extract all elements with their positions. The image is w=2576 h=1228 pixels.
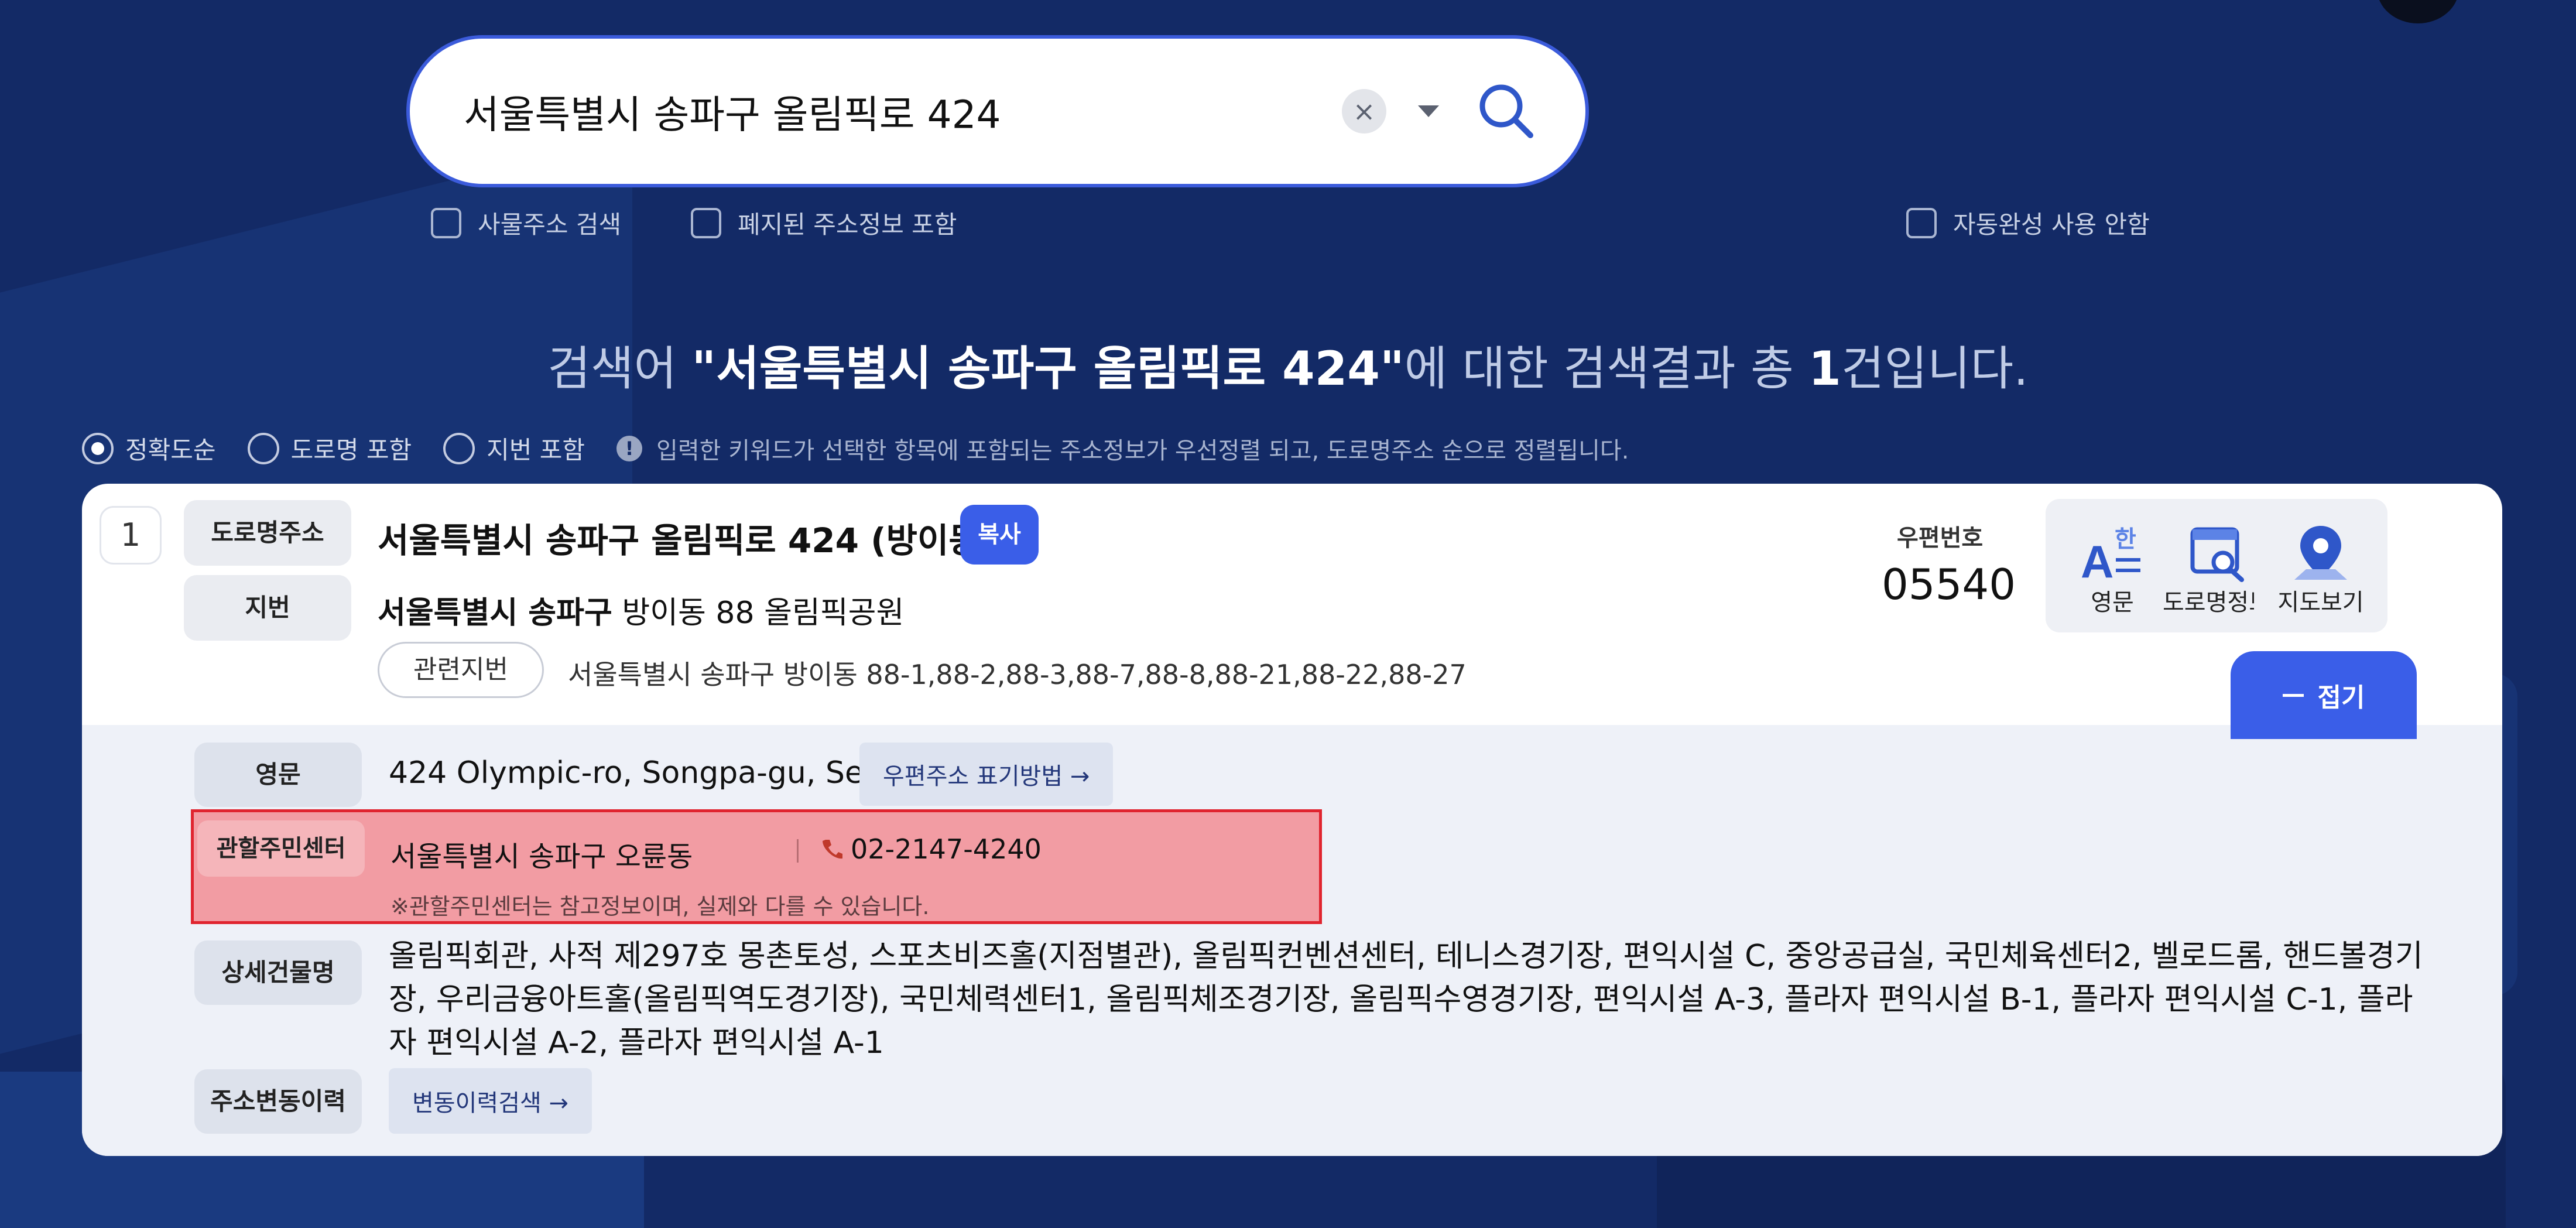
community-center-note: ※관할주민센터는 참고정보이며, 실제와 다를 수 있습니다. bbox=[390, 894, 930, 919]
result-summary: 검색어 "서울특별시 송파구 올림픽로 424"에 대한 검색결과 총 1건입니… bbox=[0, 331, 2576, 399]
community-center-phone-number: 02-2147-4240 bbox=[851, 833, 1042, 865]
sort-options: 정확도순 도로명 포함 지번 포함 ! 입력한 키워드가 선택한 항목에 포함되… bbox=[82, 430, 1629, 466]
disable-autocomplete-label: 자동완성 사용 안함 bbox=[1953, 210, 2150, 239]
search-icon bbox=[1479, 84, 1533, 138]
svg-text:A: A bbox=[2081, 536, 2113, 586]
community-center-tag: 관할주민센터 bbox=[197, 820, 365, 877]
result-index: 1 bbox=[100, 506, 162, 565]
english-address: 424 Olympic-ro, Songpa-gu, Seoul bbox=[389, 755, 910, 791]
history-search-link[interactable]: 변동이력검색 → bbox=[389, 1068, 592, 1134]
phone-icon bbox=[823, 840, 842, 859]
copy-button[interactable]: 복사 bbox=[960, 505, 1039, 565]
minus-icon bbox=[2282, 693, 2304, 697]
result-middle: 에 대한 검색결과 총 bbox=[1404, 341, 1809, 396]
sort-accuracy[interactable]: 정확도순 bbox=[82, 430, 216, 466]
jibun-address: 서울특별시 송파구 방이동 88 올림픽공원 bbox=[378, 588, 904, 632]
jibun-address-bold: 서울특별시 송파구 bbox=[378, 596, 612, 631]
result-prefix: 검색어 bbox=[547, 341, 692, 396]
clear-search-button[interactable]: × bbox=[1342, 89, 1386, 134]
fold-button-label: 접기 bbox=[2317, 683, 2365, 713]
sort-accuracy-radio[interactable] bbox=[82, 432, 114, 464]
chevron-down-icon[interactable] bbox=[1418, 105, 1439, 117]
building-search-label: 사물주소 검색 bbox=[478, 210, 622, 239]
road-address-tag: 도로명주소 bbox=[184, 500, 351, 566]
result-card: 1 도로명주소 서울특별시 송파구 올림픽로 424 (방이동) 복사 지번 서… bbox=[82, 484, 2502, 1156]
option-include-abolished[interactable]: 폐지된 주소정보 포함 bbox=[691, 205, 957, 241]
road-info-icon bbox=[2190, 527, 2244, 582]
sort-accuracy-label: 정확도순 bbox=[125, 436, 216, 464]
disable-autocomplete-checkbox[interactable] bbox=[1906, 207, 1937, 238]
map-button[interactable]: 지도보기 bbox=[2254, 499, 2387, 632]
sort-hint: 입력한 키워드가 선택한 항목에 포함되는 주소정보가 우선정렬 되고, 도로명… bbox=[656, 437, 1629, 464]
svg-text:한: 한 bbox=[2115, 526, 2136, 553]
sort-road-radio[interactable] bbox=[247, 432, 279, 464]
background-shape bbox=[2377, 0, 2459, 23]
jibun-address-rest: 방이동 88 올림픽공원 bbox=[612, 596, 905, 631]
building-names: 올림픽회관, 사적 제297호 몽촌토성, 스포츠비즈홀(지점별관), 올림픽컨… bbox=[389, 939, 2423, 1061]
info-icon: ! bbox=[616, 435, 643, 461]
jibun-tag: 지번 bbox=[184, 575, 351, 641]
search-button[interactable] bbox=[1474, 79, 1539, 143]
result-count: 1 bbox=[1808, 341, 1841, 396]
sort-jibun[interactable]: 지번 포함 bbox=[443, 430, 585, 466]
map-button-label: 지도보기 bbox=[2277, 589, 2364, 616]
related-jibun-button[interactable]: 관련지번 bbox=[378, 642, 544, 698]
zip-label: 우편번호 bbox=[1897, 525, 1984, 552]
road-address: 서울특별시 송파구 올림픽로 424 (방이동) bbox=[378, 521, 996, 560]
related-jibun-text: 서울특별시 송파구 방이동 88-1,88-2,88-3,88-7,88-8,8… bbox=[568, 659, 1467, 690]
divider bbox=[797, 839, 799, 863]
sort-jibun-label: 지번 포함 bbox=[487, 436, 585, 464]
building-name-tag: 상세건물명 bbox=[194, 940, 362, 1005]
sort-road-label: 도로명 포함 bbox=[290, 436, 412, 464]
include-abolished-checkbox[interactable] bbox=[691, 207, 721, 238]
english-tag: 영문 bbox=[194, 743, 362, 807]
community-center-name: 서울특별시 송파구 오륜동 bbox=[390, 840, 693, 873]
community-center-phone: 02-2147-4240 bbox=[820, 833, 1042, 865]
result-suffix: 건입니다. bbox=[1841, 341, 2029, 396]
zip-code: 05540 bbox=[1882, 560, 2016, 609]
translate-icon: A 한 bbox=[2081, 526, 2140, 586]
sort-jibun-radio[interactable] bbox=[443, 432, 475, 464]
search-input[interactable] bbox=[463, 88, 1343, 135]
sort-road[interactable]: 도로명 포함 bbox=[247, 430, 412, 466]
result-keyword: "서울특별시 송파구 올림픽로 424" bbox=[691, 341, 1405, 396]
search-box: × bbox=[406, 35, 1589, 187]
map-pin-icon bbox=[2294, 526, 2347, 580]
community-center-highlight: 관할주민센터 서울특별시 송파구 오륜동 02-2147-4240 ※관할주민센… bbox=[191, 809, 1322, 924]
postal-format-link[interactable]: 우편주소 표기방법 → bbox=[859, 743, 1114, 806]
fold-button[interactable]: 접기 bbox=[2231, 651, 2417, 739]
include-abolished-label: 폐지된 주소정보 포함 bbox=[738, 210, 957, 239]
building-search-checkbox[interactable] bbox=[431, 207, 461, 238]
history-tag: 주소변동이력 bbox=[194, 1069, 362, 1134]
option-building-search[interactable]: 사물주소 검색 bbox=[431, 205, 621, 241]
option-disable-autocomplete[interactable]: 자동완성 사용 안함 bbox=[1906, 205, 2150, 241]
